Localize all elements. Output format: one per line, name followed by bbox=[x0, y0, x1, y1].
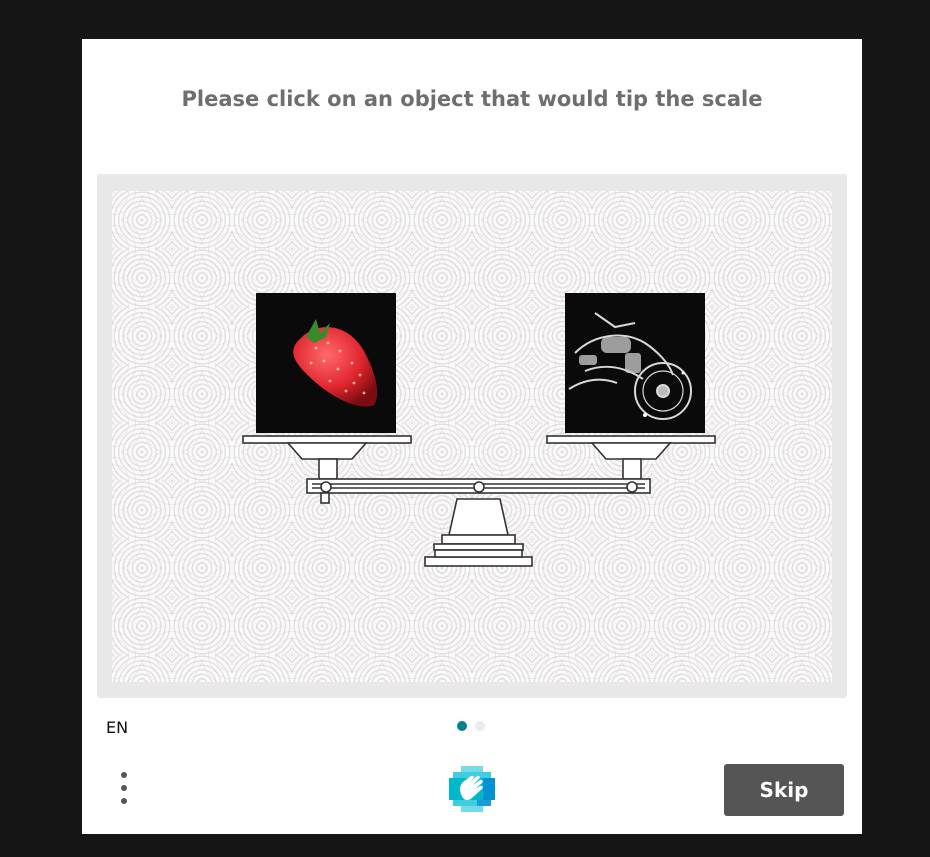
skip-button[interactable]: Skip bbox=[724, 764, 844, 816]
motorcycle-option[interactable] bbox=[565, 293, 705, 433]
captcha-modal: Please click on an object that would tip… bbox=[82, 39, 862, 834]
page-dot-2[interactable] bbox=[475, 721, 485, 731]
challenge-canvas bbox=[112, 191, 832, 682]
challenge-prompt: Please click on an object that would tip… bbox=[181, 87, 763, 111]
strawberry-icon bbox=[293, 319, 378, 407]
language-selector[interactable]: EN bbox=[106, 718, 128, 737]
challenge-frame bbox=[97, 174, 847, 698]
strawberry-option[interactable] bbox=[256, 293, 396, 433]
challenge-pagination bbox=[457, 721, 485, 731]
balance-scale-drawing bbox=[242, 435, 716, 567]
kebab-menu-icon[interactable] bbox=[112, 768, 136, 808]
motorcycle-icon bbox=[568, 312, 692, 420]
page-dot-1[interactable] bbox=[457, 721, 467, 731]
hand-logo-icon bbox=[449, 766, 495, 812]
